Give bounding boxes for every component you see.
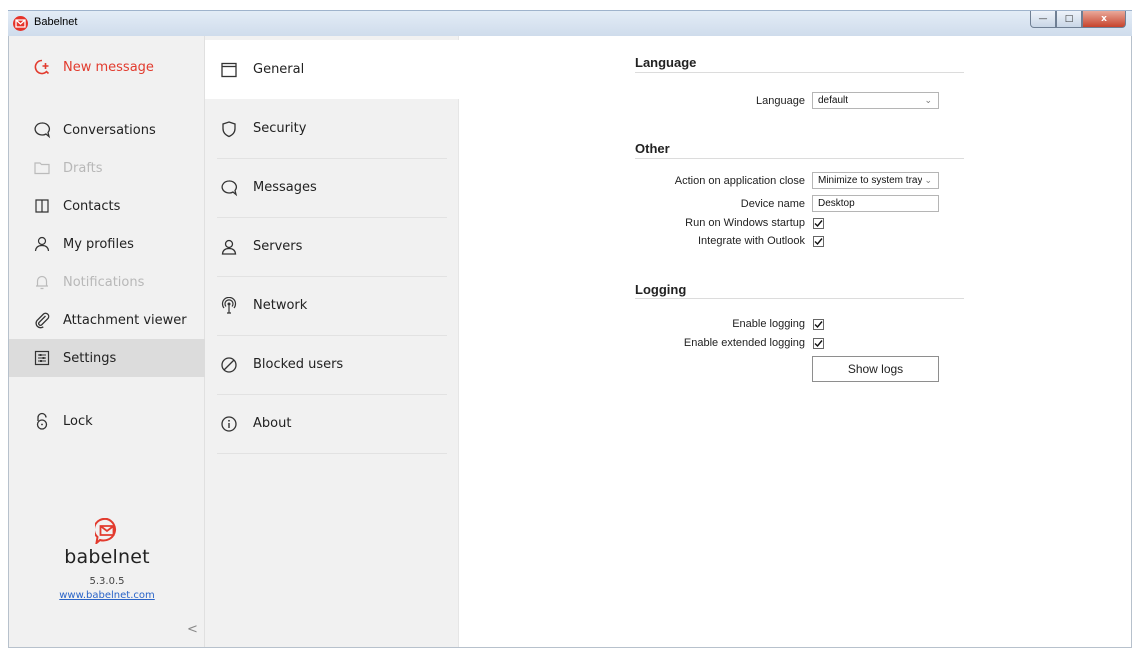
sidebar-item-my-profiles[interactable]: My profiles [9, 225, 205, 263]
babelnet-app-icon [13, 16, 28, 31]
new-message-label: New message [63, 59, 154, 75]
tab-messages[interactable]: Messages [205, 158, 459, 217]
logging-section-title: Logging [635, 282, 687, 297]
sidebar-item-label: Drafts [63, 160, 103, 176]
sidebar-item-drafts[interactable]: Drafts [9, 149, 205, 187]
tab-label: Servers [253, 239, 303, 254]
babelnet-logo [95, 518, 117, 544]
tab-blocked-users[interactable]: Blocked users [205, 335, 459, 394]
collapse-sidebar-button[interactable]: < [187, 622, 198, 637]
section-divider [635, 72, 964, 73]
blocked-icon [219, 355, 239, 375]
book-icon [33, 197, 51, 215]
sidebar-item-settings[interactable]: Settings [9, 339, 205, 377]
language-select[interactable]: default ⌄ [812, 92, 939, 109]
lock-label: Lock [63, 413, 93, 429]
nav-divider [217, 453, 447, 454]
checkmark-icon [814, 340, 823, 348]
section-divider [635, 298, 964, 299]
sliders-icon [33, 349, 51, 367]
section-divider [635, 158, 964, 159]
info-icon [219, 414, 239, 434]
lock-icon [33, 412, 51, 430]
sidebar-item-conversations[interactable]: Conversations [9, 111, 205, 149]
tab-about[interactable]: About [205, 394, 459, 453]
tab-label: About [253, 416, 292, 431]
chevron-down-icon: ⌄ [924, 95, 932, 105]
person-icon [33, 235, 51, 253]
main-sidebar: New message Conversations Drafts Contact… [9, 36, 205, 647]
action-on-close-select[interactable]: Minimize to system tray ⌄ [812, 172, 939, 189]
maximize-button[interactable]: □ [1056, 11, 1082, 28]
window-controls: — □ x [1030, 11, 1126, 28]
sidebar-item-label: Notifications [63, 274, 145, 290]
tab-label: Security [253, 121, 307, 136]
enable-logging-checkbox[interactable] [813, 319, 824, 330]
sidebar-item-notifications[interactable]: Notifications [9, 263, 205, 301]
integrate-outlook-label: Integrate with Outlook [697, 235, 805, 247]
window-icon [219, 60, 239, 80]
website-link[interactable]: www.babelnet.com [59, 590, 155, 601]
person-icon [219, 237, 239, 257]
chat-icon [219, 178, 239, 198]
run-on-startup-checkbox[interactable] [813, 218, 824, 229]
network-icon [219, 296, 239, 316]
new-message-icon [33, 58, 51, 76]
action-on-close-value: Minimize to system tray [818, 175, 922, 186]
brand-name: babelnet [64, 546, 150, 568]
sidebar-item-label: Contacts [63, 198, 121, 214]
general-settings-panel: Language Language default ⌄ Other Action… [459, 36, 1131, 647]
settings-nav: General Security Messages Servers Networ… [205, 36, 459, 647]
integrate-outlook-checkbox[interactable] [813, 236, 824, 247]
sidebar-item-label: Conversations [63, 122, 156, 138]
window-title: Babelnet [34, 16, 78, 28]
shield-icon [219, 119, 239, 139]
tab-label: Messages [253, 180, 317, 195]
sidebar-item-label: Attachment viewer [63, 312, 187, 328]
language-label: Language [756, 95, 805, 107]
bell-icon [33, 273, 51, 291]
checkmark-icon [814, 220, 823, 228]
show-logs-button[interactable]: Show logs [812, 356, 939, 382]
title-bar-inner: Babelnet — □ x [8, 10, 1132, 36]
checkmark-icon [814, 321, 823, 329]
app-client-area: New message Conversations Drafts Contact… [8, 36, 1132, 648]
sidebar-item-label: Settings [63, 350, 117, 366]
conversations-icon [33, 121, 51, 139]
run-on-startup-label: Run on Windows startup [685, 217, 805, 229]
new-message-button[interactable]: New message [9, 48, 205, 86]
language-section-title: Language [635, 55, 697, 70]
tab-label: General [253, 62, 305, 77]
other-section-title: Other [635, 141, 670, 156]
checkmark-icon [814, 238, 823, 246]
enable-logging-label: Enable logging [732, 318, 805, 330]
sidebar-item-label: My profiles [63, 236, 134, 252]
lock-button[interactable]: Lock [9, 402, 205, 440]
tab-label: Network [253, 298, 308, 313]
action-on-close-label: Action on application close [674, 175, 805, 187]
tab-general[interactable]: General [205, 40, 459, 99]
tab-network[interactable]: Network [205, 276, 459, 335]
sidebar-item-attachment-viewer[interactable]: Attachment viewer [9, 301, 205, 339]
device-name-label: Device name [740, 198, 805, 210]
close-button[interactable]: x [1082, 11, 1126, 28]
minimize-button[interactable]: — [1030, 11, 1056, 28]
folder-icon [33, 159, 51, 177]
extended-logging-checkbox[interactable] [813, 338, 824, 349]
extended-logging-label: Enable extended logging [683, 337, 805, 349]
app-window: Babelnet — □ x New message Conversations [0, 0, 1142, 650]
paperclip-icon [33, 311, 51, 329]
chevron-down-icon: ⌄ [924, 175, 932, 185]
brand-block: babelnet 5.3.0.5 www.babelnet.com [9, 518, 205, 601]
tab-security[interactable]: Security [205, 99, 459, 158]
tab-label: Blocked users [253, 357, 344, 372]
language-value: default [818, 95, 849, 106]
sidebar-item-contacts[interactable]: Contacts [9, 187, 205, 225]
device-name-field[interactable]: Desktop [812, 195, 939, 212]
tab-servers[interactable]: Servers [205, 217, 459, 276]
title-bar: Babelnet — □ x [0, 0, 1142, 38]
app-version: 5.3.0.5 [89, 576, 125, 587]
